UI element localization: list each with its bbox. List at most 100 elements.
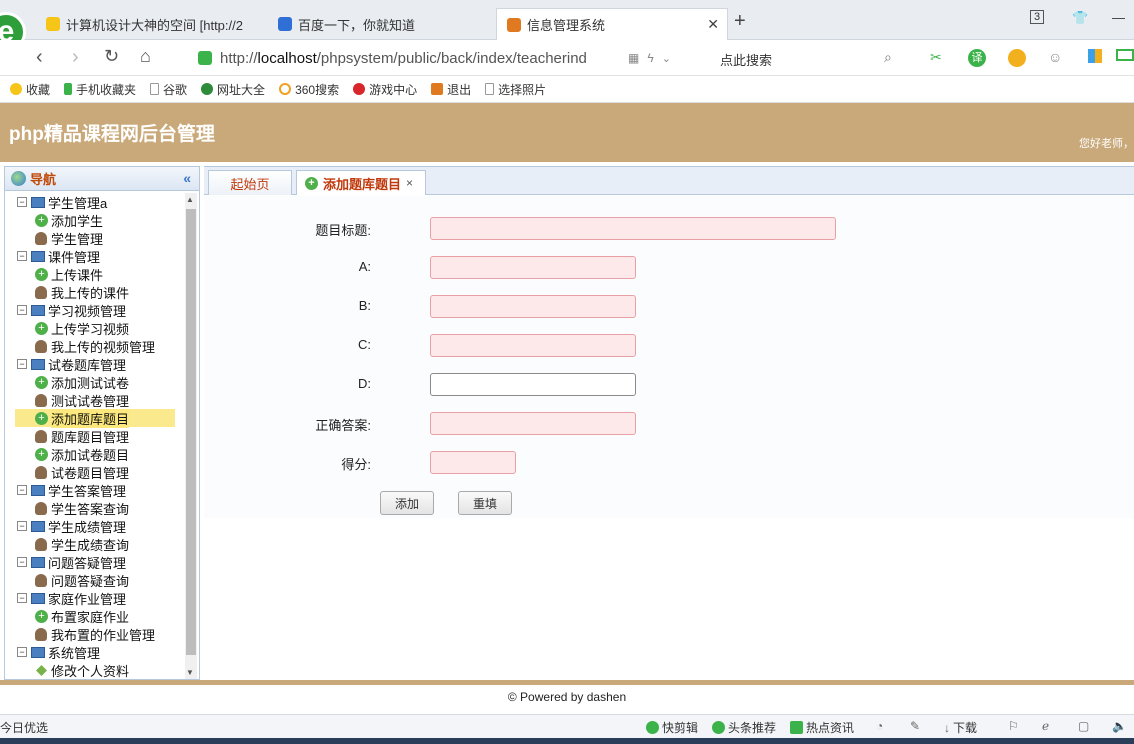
bookmark-google[interactable]: 谷歌 xyxy=(150,81,187,98)
window-icon[interactable]: ▢ xyxy=(1078,719,1089,733)
sidebar-group[interactable]: − 学习视频管理 xyxy=(5,301,185,319)
flag-icon[interactable]: ⚐ xyxy=(1008,719,1019,733)
correct-answer-input[interactable] xyxy=(430,412,636,435)
sidebar-item[interactable]: 我上传的课件 xyxy=(5,283,185,301)
coin-icon[interactable] xyxy=(1008,49,1026,67)
sidebar-item[interactable]: 我布置的作业管理 xyxy=(5,625,185,643)
bookmark-select-photo[interactable]: 选择照片 xyxy=(485,81,546,98)
browser-tab-info-system[interactable]: 信息管理系统 ✕ xyxy=(496,8,728,40)
hot-news-link[interactable]: 热点资讯 xyxy=(790,719,854,736)
url-text[interactable]: http://localhost/phpsystem/public/back/i… xyxy=(220,50,620,67)
sidebar-item[interactable]: 学生成绩查询 xyxy=(5,535,185,553)
navigation-tree: − 学生管理a + 添加学生 学生管理 − 课件管理 + 上传课件 我上传的课件 − 学习视频管理 + 上… xyxy=(5,193,185,679)
search-hint[interactable]: 点此搜索 xyxy=(720,50,772,69)
bookmark-favorites[interactable]: 收藏 xyxy=(10,81,50,98)
sidebar-group[interactable]: − 家庭作业管理 xyxy=(5,589,185,607)
apps-grid-icon[interactable] xyxy=(1088,49,1102,63)
tab-add-question[interactable]: + 添加题库题目 × xyxy=(296,170,426,195)
add-button[interactable]: 添加 xyxy=(380,491,434,515)
back-icon[interactable]: ‹ xyxy=(36,46,43,69)
sidebar-item[interactable]: 试卷题目管理 xyxy=(5,463,185,481)
sidebar-item[interactable]: + 添加试卷题目 xyxy=(5,445,185,463)
ie-icon[interactable]: ℯ xyxy=(1042,719,1049,733)
sidebar-group[interactable]: − 系统管理 xyxy=(5,643,185,661)
download-link[interactable]: ↓ 下载 xyxy=(944,719,977,736)
collapse-icon[interactable]: « xyxy=(183,170,191,186)
sidebar-item[interactable]: 学生管理 xyxy=(5,229,185,247)
shirt-skin-icon[interactable]: 👕 xyxy=(1072,10,1088,26)
headline-link[interactable]: 头条推荐 xyxy=(712,719,776,736)
reset-button[interactable]: 重填 xyxy=(458,491,512,515)
sidebar-item[interactable]: + 添加题库题目 xyxy=(15,408,175,428)
minimize-icon[interactable]: — xyxy=(1112,10,1125,25)
question-title-input[interactable] xyxy=(430,217,836,240)
home-icon[interactable]: ⌂ xyxy=(140,46,151,67)
collapse-toggle-icon[interactable]: − xyxy=(17,305,27,315)
sidebar-item[interactable]: 题库题目管理 xyxy=(5,427,185,445)
sidebar-scrollbar[interactable]: ▲ ▼ xyxy=(185,193,197,679)
sidebar-group[interactable]: − 学生答案管理 xyxy=(5,481,185,499)
new-tab-icon[interactable]: + xyxy=(734,10,746,33)
sidebar-item[interactable]: + 布置家庭作业 xyxy=(5,607,185,625)
daily-picks-link[interactable]: 今日优选 xyxy=(0,719,48,736)
sidebar-group[interactable]: − 问题答疑管理 xyxy=(5,553,185,571)
sidebar-item[interactable]: + 上传学习视频 xyxy=(5,319,185,337)
dropdown-chevron-icon[interactable]: ⌄ xyxy=(662,52,671,65)
sidebar-item[interactable]: + 添加测试试卷 xyxy=(5,373,185,391)
bookmark-360-search[interactable]: 360搜索 xyxy=(279,81,339,98)
collapse-toggle-icon[interactable]: − xyxy=(17,359,27,369)
tab-home[interactable]: 起始页 xyxy=(208,170,292,195)
forward-icon[interactable]: › xyxy=(72,46,79,69)
tools-icon[interactable]: ✎ xyxy=(910,719,920,733)
browser-tab-baidu[interactable]: 百度一下，你就知道 xyxy=(268,8,494,40)
speed-icon[interactable]: ◔ xyxy=(876,719,883,733)
sidebar-group[interactable]: − 学生管理a xyxy=(5,193,185,211)
scissors-icon[interactable]: ✂ xyxy=(930,49,942,66)
sidebar-item[interactable]: 我上传的视频管理 xyxy=(5,337,185,355)
battery-icon[interactable] xyxy=(1116,49,1134,61)
close-tab-icon[interactable]: × xyxy=(406,176,413,190)
option-d-input[interactable] xyxy=(430,373,636,396)
option-b-input[interactable] xyxy=(430,295,636,318)
browser-tab-space[interactable]: 计算机设计大神的空间 [http://2 xyxy=(36,8,264,40)
sidebar-item[interactable]: 修改个人资料 xyxy=(5,661,185,679)
scroll-thumb[interactable] xyxy=(186,209,196,655)
refresh-icon[interactable]: ↻ xyxy=(104,46,119,67)
url-field[interactable]: http://localhost/phpsystem/public/back/i… xyxy=(190,45,702,71)
collapse-toggle-icon[interactable]: − xyxy=(17,485,27,495)
computer-icon xyxy=(31,556,45,568)
option-c-input[interactable] xyxy=(430,334,636,357)
bookmark-logout[interactable]: 退出 xyxy=(431,81,471,98)
bookmark-game-center[interactable]: 游戏中心 xyxy=(353,81,417,98)
collapse-toggle-icon[interactable]: − xyxy=(17,251,27,261)
field-label-answer: 正确答案: xyxy=(315,418,371,433)
tab-count-badge[interactable]: 3 xyxy=(1030,10,1045,24)
score-input[interactable] xyxy=(430,451,516,474)
sidebar-item[interactable]: + 添加学生 xyxy=(5,211,185,229)
sidebar-group[interactable]: − 课件管理 xyxy=(5,247,185,265)
scroll-up-icon[interactable]: ▲ xyxy=(186,195,194,204)
bookmark-mobile[interactable]: 手机收藏夹 xyxy=(64,81,136,98)
sidebar-group[interactable]: − 试卷题库管理 xyxy=(5,355,185,373)
sidebar-item[interactable]: 测试试卷管理 xyxy=(5,391,185,409)
quick-clip-link[interactable]: 快剪辑 xyxy=(646,719,698,736)
collapse-toggle-icon[interactable]: − xyxy=(17,593,27,603)
volume-icon[interactable]: 🔈 xyxy=(1112,719,1127,733)
sidebar-group[interactable]: − 学生成绩管理 xyxy=(5,517,185,535)
bookmark-directory[interactable]: 网址大全 xyxy=(201,81,265,98)
lightning-icon[interactable]: ϟ xyxy=(647,51,653,65)
collapse-toggle-icon[interactable]: − xyxy=(17,647,27,657)
search-icon[interactable]: ⌕ xyxy=(884,49,892,66)
option-a-input[interactable] xyxy=(430,256,636,279)
sidebar-item[interactable]: 学生答案查询 xyxy=(5,499,185,517)
qr-icon[interactable]: ▦ xyxy=(628,51,639,65)
chat-icon[interactable]: ☺ xyxy=(1048,49,1062,65)
close-tab-icon[interactable]: ✕ xyxy=(707,16,719,33)
sidebar-item[interactable]: + 上传课件 xyxy=(5,265,185,283)
collapse-toggle-icon[interactable]: − xyxy=(17,557,27,567)
translate-icon[interactable]: 译 xyxy=(968,49,986,67)
collapse-toggle-icon[interactable]: − xyxy=(17,197,27,207)
scroll-down-icon[interactable]: ▼ xyxy=(186,668,194,677)
sidebar-item[interactable]: 问题答疑查询 xyxy=(5,571,185,589)
collapse-toggle-icon[interactable]: − xyxy=(17,521,27,531)
